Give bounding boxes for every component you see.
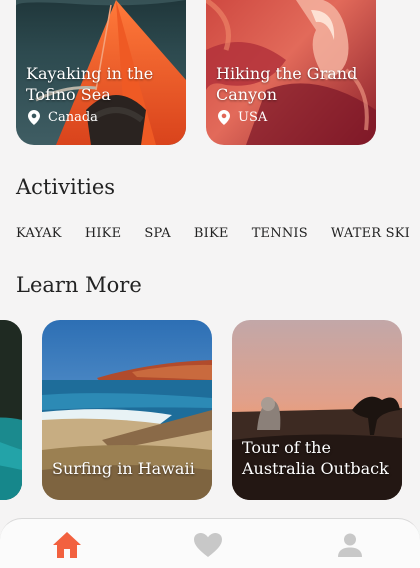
location-pin-icon (218, 110, 230, 125)
trip-title: Hiking the Grand Canyon (216, 64, 358, 104)
trip-card-kayaking[interactable]: Kayaking in the Tofino Sea Canada (16, 0, 186, 145)
tab-profile[interactable] (334, 529, 366, 561)
tab-favorites[interactable] (192, 529, 224, 561)
learn-card-lagoon[interactable] (0, 320, 22, 500)
learn-card-surfing-hawaii[interactable]: Surfing in Hawaii (42, 320, 212, 500)
learn-card-title: Surfing in Hawaii (52, 459, 195, 478)
learn-card-australia-outback[interactable]: Tour of the Australia Outback (232, 320, 402, 500)
trip-location: Canada (28, 110, 98, 125)
heart-icon (194, 533, 222, 557)
profile-icon (338, 533, 362, 557)
activity-water-ski[interactable]: WATER SKI (331, 226, 410, 241)
lagoon-photo (0, 320, 22, 500)
activity-tennis[interactable]: TENNIS (252, 226, 308, 241)
tab-home[interactable] (51, 529, 83, 561)
trip-location-label: USA (238, 110, 268, 125)
activity-kayak[interactable]: KAYAK (16, 226, 62, 241)
bottom-tab-bar (0, 518, 420, 568)
trip-location: USA (218, 110, 267, 125)
learn-card-title: Tour of the Australia Outback (242, 438, 389, 478)
trip-title: Kayaking in the Tofino Sea (26, 64, 154, 104)
learn-more-carousel: Surfing in Hawaii Tour of the Australia … (0, 320, 402, 500)
activity-bike[interactable]: BIKE (194, 226, 229, 241)
home-icon (53, 532, 81, 558)
featured-trips-row: Kayaking in the Tofino Sea Canada Hiking… (16, 0, 376, 145)
trip-card-grand-canyon[interactable]: Hiking the Grand Canyon USA (206, 0, 376, 145)
activities-list: KAYAK HIKE SPA BIKE TENNIS WATER SKI (16, 226, 410, 241)
location-pin-icon (28, 110, 40, 125)
activities-heading: Activities (16, 175, 116, 199)
app-screen: Kayaking in the Tofino Sea Canada Hiking… (0, 0, 420, 568)
trip-location-label: Canada (48, 110, 98, 125)
activity-hike[interactable]: HIKE (85, 226, 121, 241)
activity-spa[interactable]: SPA (144, 226, 170, 241)
learn-more-heading: Learn More (16, 273, 142, 297)
